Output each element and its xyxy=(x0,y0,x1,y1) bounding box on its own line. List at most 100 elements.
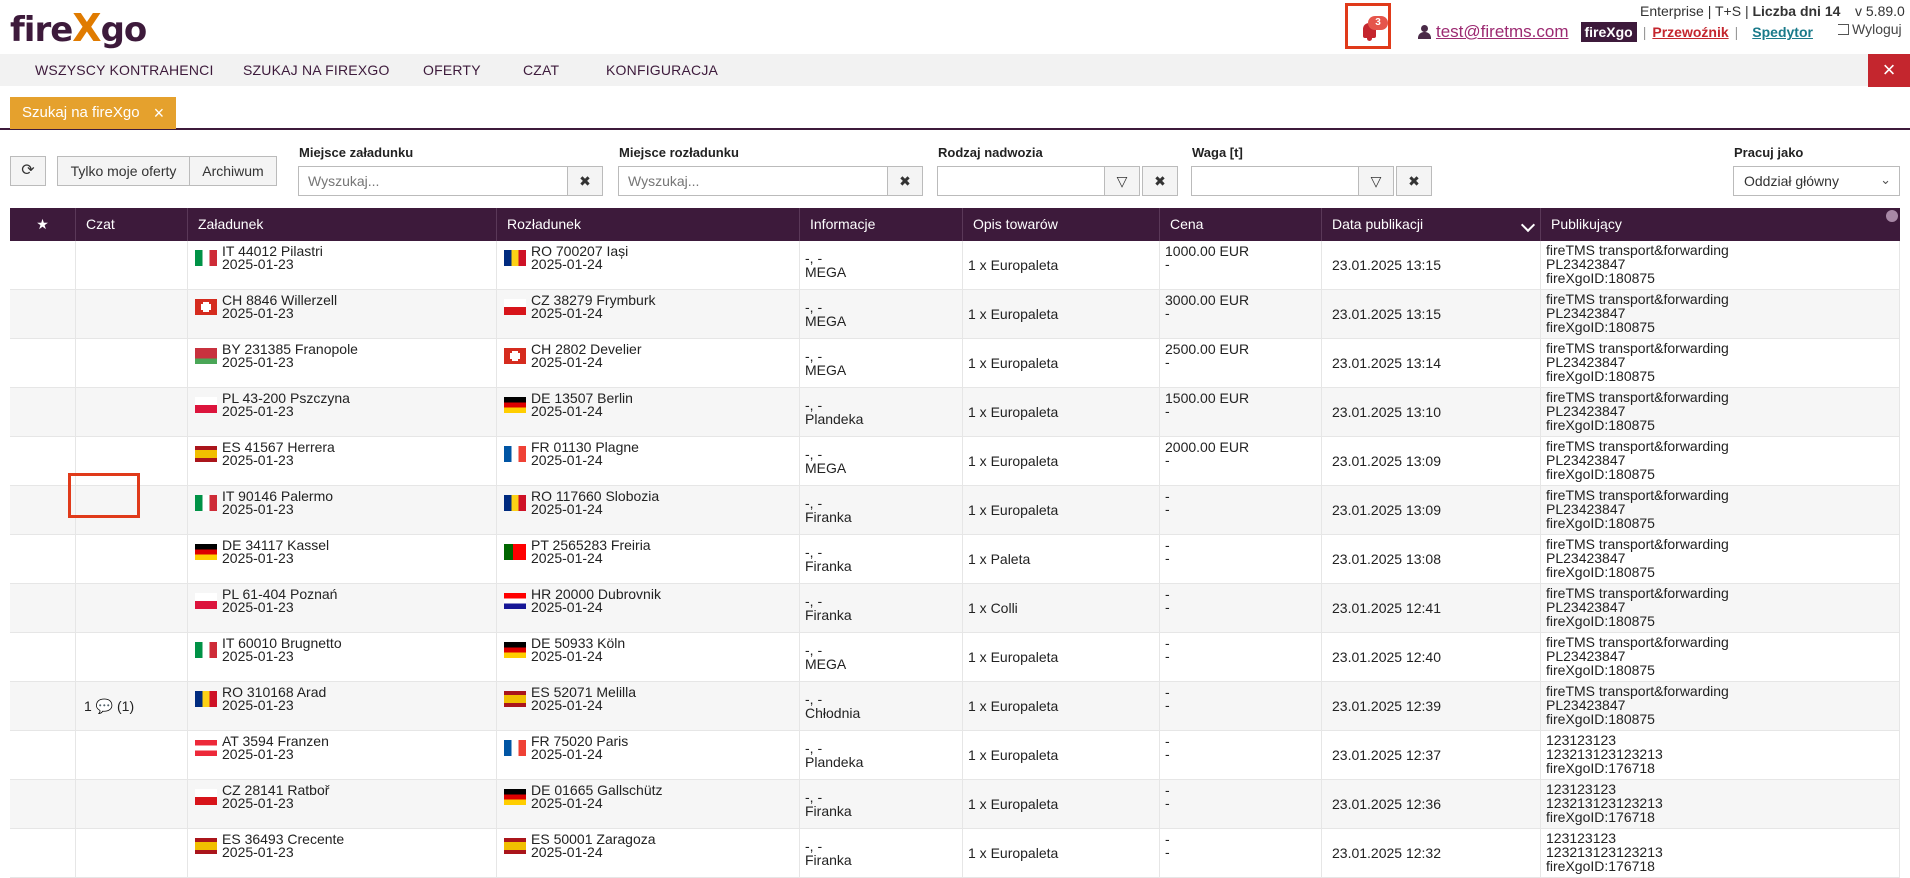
body-type-input[interactable] xyxy=(937,166,1105,196)
table-row[interactable]: AT 3594 Franzen 2025-01-23 FR 75020 Paris 2… xyxy=(10,731,1900,780)
favorite-cell xyxy=(10,633,76,682)
logout-link[interactable]: Wyloguj xyxy=(1838,21,1902,37)
col-price[interactable]: Cena xyxy=(1160,208,1322,241)
clear-icon: ✖ xyxy=(1408,173,1420,189)
loading-place-input[interactable] xyxy=(298,166,568,196)
table-row[interactable]: BY 231385 Franopole 2025-01-23 CH 2802 Dev… xyxy=(10,339,1900,388)
price-value: 1500.00 EUR xyxy=(1165,390,1250,406)
chat-count[interactable]: 1 💬 (1) xyxy=(84,698,134,715)
close-panel-button[interactable]: × xyxy=(1868,54,1910,87)
publisher-name: 123123123 xyxy=(1546,732,1617,748)
filter-icon: ▽ xyxy=(1116,173,1128,189)
col-favorite[interactable]: ★ xyxy=(10,208,76,241)
info-line: -, - xyxy=(805,299,823,315)
goods-description: 1 x Europaleta xyxy=(968,453,1059,469)
col-loading[interactable]: Załadunek xyxy=(188,208,497,241)
notifications-button[interactable]: 3 xyxy=(1345,3,1391,49)
user-email-link[interactable]: test@firetms.com xyxy=(1436,22,1569,42)
shipper-link[interactable]: Spedytor xyxy=(1752,24,1813,40)
price-value: 3000.00 EUR xyxy=(1165,292,1250,308)
weight-filter-button[interactable]: ▽ xyxy=(1358,166,1394,196)
filter-icon: ▽ xyxy=(1370,173,1382,189)
body-type: Firanka xyxy=(805,558,852,574)
nav-offers[interactable]: OFERTY xyxy=(423,62,481,78)
flag-icon xyxy=(504,838,526,854)
clear-body-type-button[interactable]: ✖ xyxy=(1142,166,1178,196)
refresh-button[interactable]: ⟳ xyxy=(10,156,46,186)
only-my-offers-button[interactable]: Tylko moje oferty xyxy=(57,156,190,186)
unloading-place-input[interactable] xyxy=(618,166,888,196)
work-as-select[interactable]: Oddział główny ⌄ xyxy=(1733,166,1900,196)
publisher-vat: PL23423847 xyxy=(1546,256,1626,272)
loading-cell: CH 8846 Willerzell 2025-01-23 xyxy=(188,290,497,339)
col-goods[interactable]: Opis towarów xyxy=(963,208,1160,241)
publication-date: 23.01.2025 13:09 xyxy=(1332,453,1441,469)
weight-input[interactable] xyxy=(1191,166,1359,196)
publisher-vat: PL23423847 xyxy=(1546,501,1626,517)
chat-cell xyxy=(76,241,188,290)
publisher-cell: fireTMS transport&forwarding PL23423847 fi… xyxy=(1541,339,1900,388)
col-unloading[interactable]: Rozładunek xyxy=(497,208,800,241)
body-type-filter-button[interactable]: ▽ xyxy=(1104,166,1140,196)
table-row[interactable]: ES 36493 Crecente 2025-01-23 ES 50001 Zara… xyxy=(10,829,1900,878)
user-icon xyxy=(1418,25,1431,39)
body-type: MEGA xyxy=(805,656,847,672)
tab-search-firexgo[interactable]: Szukaj na fireXgo × xyxy=(10,97,177,129)
table-row[interactable]: IT 90146 Palermo 2025-01-23 RO 117660 Slob… xyxy=(10,486,1900,535)
price-extra: - xyxy=(1165,403,1170,419)
loading-cell: ES 36493 Crecente 2025-01-23 xyxy=(188,829,497,878)
publisher-id: fireXgoID:180875 xyxy=(1546,564,1655,580)
table-row[interactable]: CH 8846 Willerzell 2025-01-23 CZ 38279 Fry… xyxy=(10,290,1900,339)
loading-date: 2025-01-23 xyxy=(222,403,294,419)
nav-search-firexgo[interactable]: SZUKAJ NA FIREXGO xyxy=(243,62,390,78)
goods-cell: 1 x Europaleta xyxy=(963,780,1160,829)
table-row[interactable]: ES 41567 Herrera 2025-01-23 FR 01130 Plagn… xyxy=(10,437,1900,486)
col-publication-date[interactable]: Data publikacji xyxy=(1322,208,1541,241)
publisher-id: fireXgoID:180875 xyxy=(1546,613,1655,629)
date-cell: 23.01.2025 12:37 xyxy=(1322,731,1541,780)
table-row[interactable]: IT 44012 Pilastri 2025-01-23 RO 700207 Iaș… xyxy=(10,241,1900,290)
nav-all-contractors[interactable]: WSZYSCY KONTRAHENCI xyxy=(35,62,214,78)
publisher-cell: fireTMS transport&forwarding PL23423847 fi… xyxy=(1541,633,1900,682)
price-cell: 1000.00 EUR - xyxy=(1160,241,1322,290)
clear-icon: ✖ xyxy=(899,173,911,189)
publisher-id: fireXgoID:180875 xyxy=(1546,270,1655,286)
nav-chat[interactable]: CZAT xyxy=(523,62,559,78)
price-extra: - xyxy=(1165,795,1170,811)
clear-loading-button[interactable]: ✖ xyxy=(567,166,603,196)
carrier-link[interactable]: Przewoźnik xyxy=(1652,24,1728,40)
col-publisher[interactable]: Publikujący xyxy=(1541,208,1900,241)
tab-close-icon[interactable]: × xyxy=(154,97,165,129)
date-cell: 23.01.2025 13:09 xyxy=(1322,486,1541,535)
nav-configuration[interactable]: KONFIGURACJA xyxy=(606,62,718,78)
goods-cell: 1 x Europaleta xyxy=(963,241,1160,290)
loading-date: 2025-01-23 xyxy=(222,256,294,272)
publisher-id: fireXgoID:180875 xyxy=(1546,417,1655,433)
table-row[interactable]: PL 61-404 Poznań 2025-01-23 HR 20000 Dubro… xyxy=(10,584,1900,633)
table-row[interactable]: PL 43-200 Pszczyna 2025-01-23 DE 13507 Ber… xyxy=(10,388,1900,437)
table-row[interactable]: CZ 28141 Ratboř 2025-01-23 DE 01665 Gallsc… xyxy=(10,780,1900,829)
info-cell: -, - Plandeka xyxy=(800,388,963,437)
price-extra: - xyxy=(1165,305,1170,321)
chat-cell xyxy=(76,339,188,388)
col-chat[interactable]: Czat xyxy=(76,208,188,241)
clear-unloading-button[interactable]: ✖ xyxy=(887,166,923,196)
chevron-down-icon: ⌄ xyxy=(1880,172,1891,187)
table-row[interactable]: DE 34117 Kassel 2025-01-23 PT 2565283 Frei… xyxy=(10,535,1900,584)
goods-cell: 1 x Europaleta xyxy=(963,339,1160,388)
publisher-name: fireTMS transport&forwarding xyxy=(1546,291,1729,307)
clear-weight-button[interactable]: ✖ xyxy=(1396,166,1432,196)
firexgo-logo[interactable]: fireXgo xyxy=(10,6,147,50)
main-nav: WSZYSCY KONTRAHENCI SZUKAJ NA FIREXGO OF… xyxy=(0,54,1910,86)
col-info[interactable]: Informacje xyxy=(800,208,963,241)
price-cell: -- xyxy=(1160,535,1322,584)
unloading-cell: HR 20000 Dubrovnik 2025-01-24 xyxy=(497,584,800,633)
table-row[interactable]: IT 60010 Brugnetto 2025-01-23 DE 50933 Köl… xyxy=(10,633,1900,682)
archive-button[interactable]: Archiwum xyxy=(189,156,277,186)
unloading-cell: FR 75020 Paris 2025-01-24 xyxy=(497,731,800,780)
info-cell: -, - MEGA xyxy=(800,290,963,339)
flag-icon xyxy=(504,740,526,756)
publisher-name: fireTMS transport&forwarding xyxy=(1546,487,1729,503)
gear-icon[interactable] xyxy=(1886,210,1898,222)
table-row[interactable]: 1 💬 (1) RO 310168 Arad 2025-01-23 ES 52071 … xyxy=(10,682,1900,731)
